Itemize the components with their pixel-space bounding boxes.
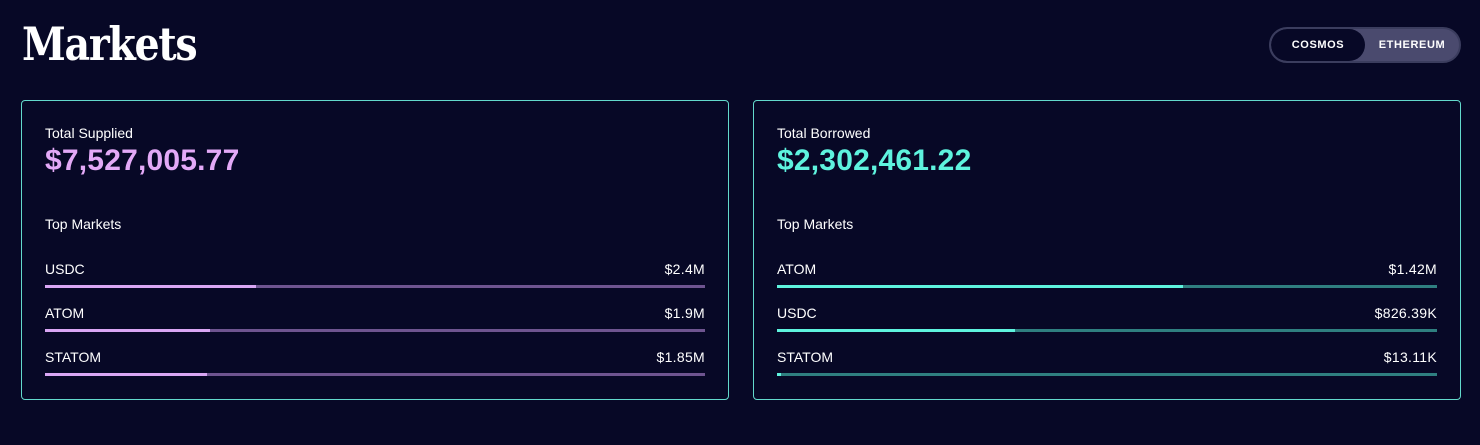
market-progress-fill xyxy=(777,285,1183,288)
market-value: $2.4M xyxy=(664,261,705,277)
market-row-statom[interactable]: STATOM $1.85M xyxy=(45,347,705,377)
market-progress-track xyxy=(45,329,705,332)
toggle-option-ethereum[interactable]: ETHEREUM xyxy=(1365,29,1459,61)
market-row-usdc[interactable]: USDC $2.4M xyxy=(45,259,705,289)
market-progress-fill xyxy=(45,373,207,376)
market-progress-track xyxy=(777,373,1437,376)
market-row-statom[interactable]: STATOM $13.11K xyxy=(777,347,1437,377)
market-value: $1.9M xyxy=(664,305,705,321)
market-name: STATOM xyxy=(45,349,101,365)
market-progress-track xyxy=(45,285,705,288)
market-name: USDC xyxy=(45,261,85,277)
top-markets-label: Top Markets xyxy=(45,216,122,232)
market-row-usdc[interactable]: USDC $826.39K xyxy=(777,303,1437,333)
market-value: $1.85M xyxy=(656,349,705,365)
toggle-option-cosmos[interactable]: COSMOS xyxy=(1271,29,1365,61)
market-progress-track xyxy=(45,373,705,376)
market-progress-track xyxy=(777,285,1437,288)
market-name: STATOM xyxy=(777,349,833,365)
market-progress-fill xyxy=(45,285,257,288)
total-supplied-label: Total Supplied xyxy=(45,125,133,141)
network-toggle[interactable]: COSMOS ETHEREUM xyxy=(1269,27,1461,63)
total-borrowed-card: Total Borrowed $2,302,461.22 Top Markets… xyxy=(753,100,1461,400)
page-title: Markets xyxy=(22,17,198,71)
market-progress-fill xyxy=(777,373,781,376)
total-borrowed-value: $2,302,461.22 xyxy=(777,144,972,177)
market-row-atom[interactable]: ATOM $1.42M xyxy=(777,259,1437,289)
market-progress-fill xyxy=(777,329,1015,332)
market-row-atom[interactable]: ATOM $1.9M xyxy=(45,303,705,333)
market-progress-fill xyxy=(45,329,210,332)
total-supplied-value: $7,527,005.77 xyxy=(45,144,240,177)
market-value: $1.42M xyxy=(1388,261,1437,277)
total-borrowed-label: Total Borrowed xyxy=(777,125,871,141)
market-value: $826.39K xyxy=(1374,305,1437,321)
market-name: USDC xyxy=(777,305,817,321)
total-supplied-card: Total Supplied $7,527,005.77 Top Markets… xyxy=(21,100,729,400)
market-name: ATOM xyxy=(45,305,85,321)
market-name: ATOM xyxy=(777,261,817,277)
market-value: $13.11K xyxy=(1383,349,1437,365)
market-progress-track xyxy=(777,329,1437,332)
top-markets-label: Top Markets xyxy=(777,216,854,232)
